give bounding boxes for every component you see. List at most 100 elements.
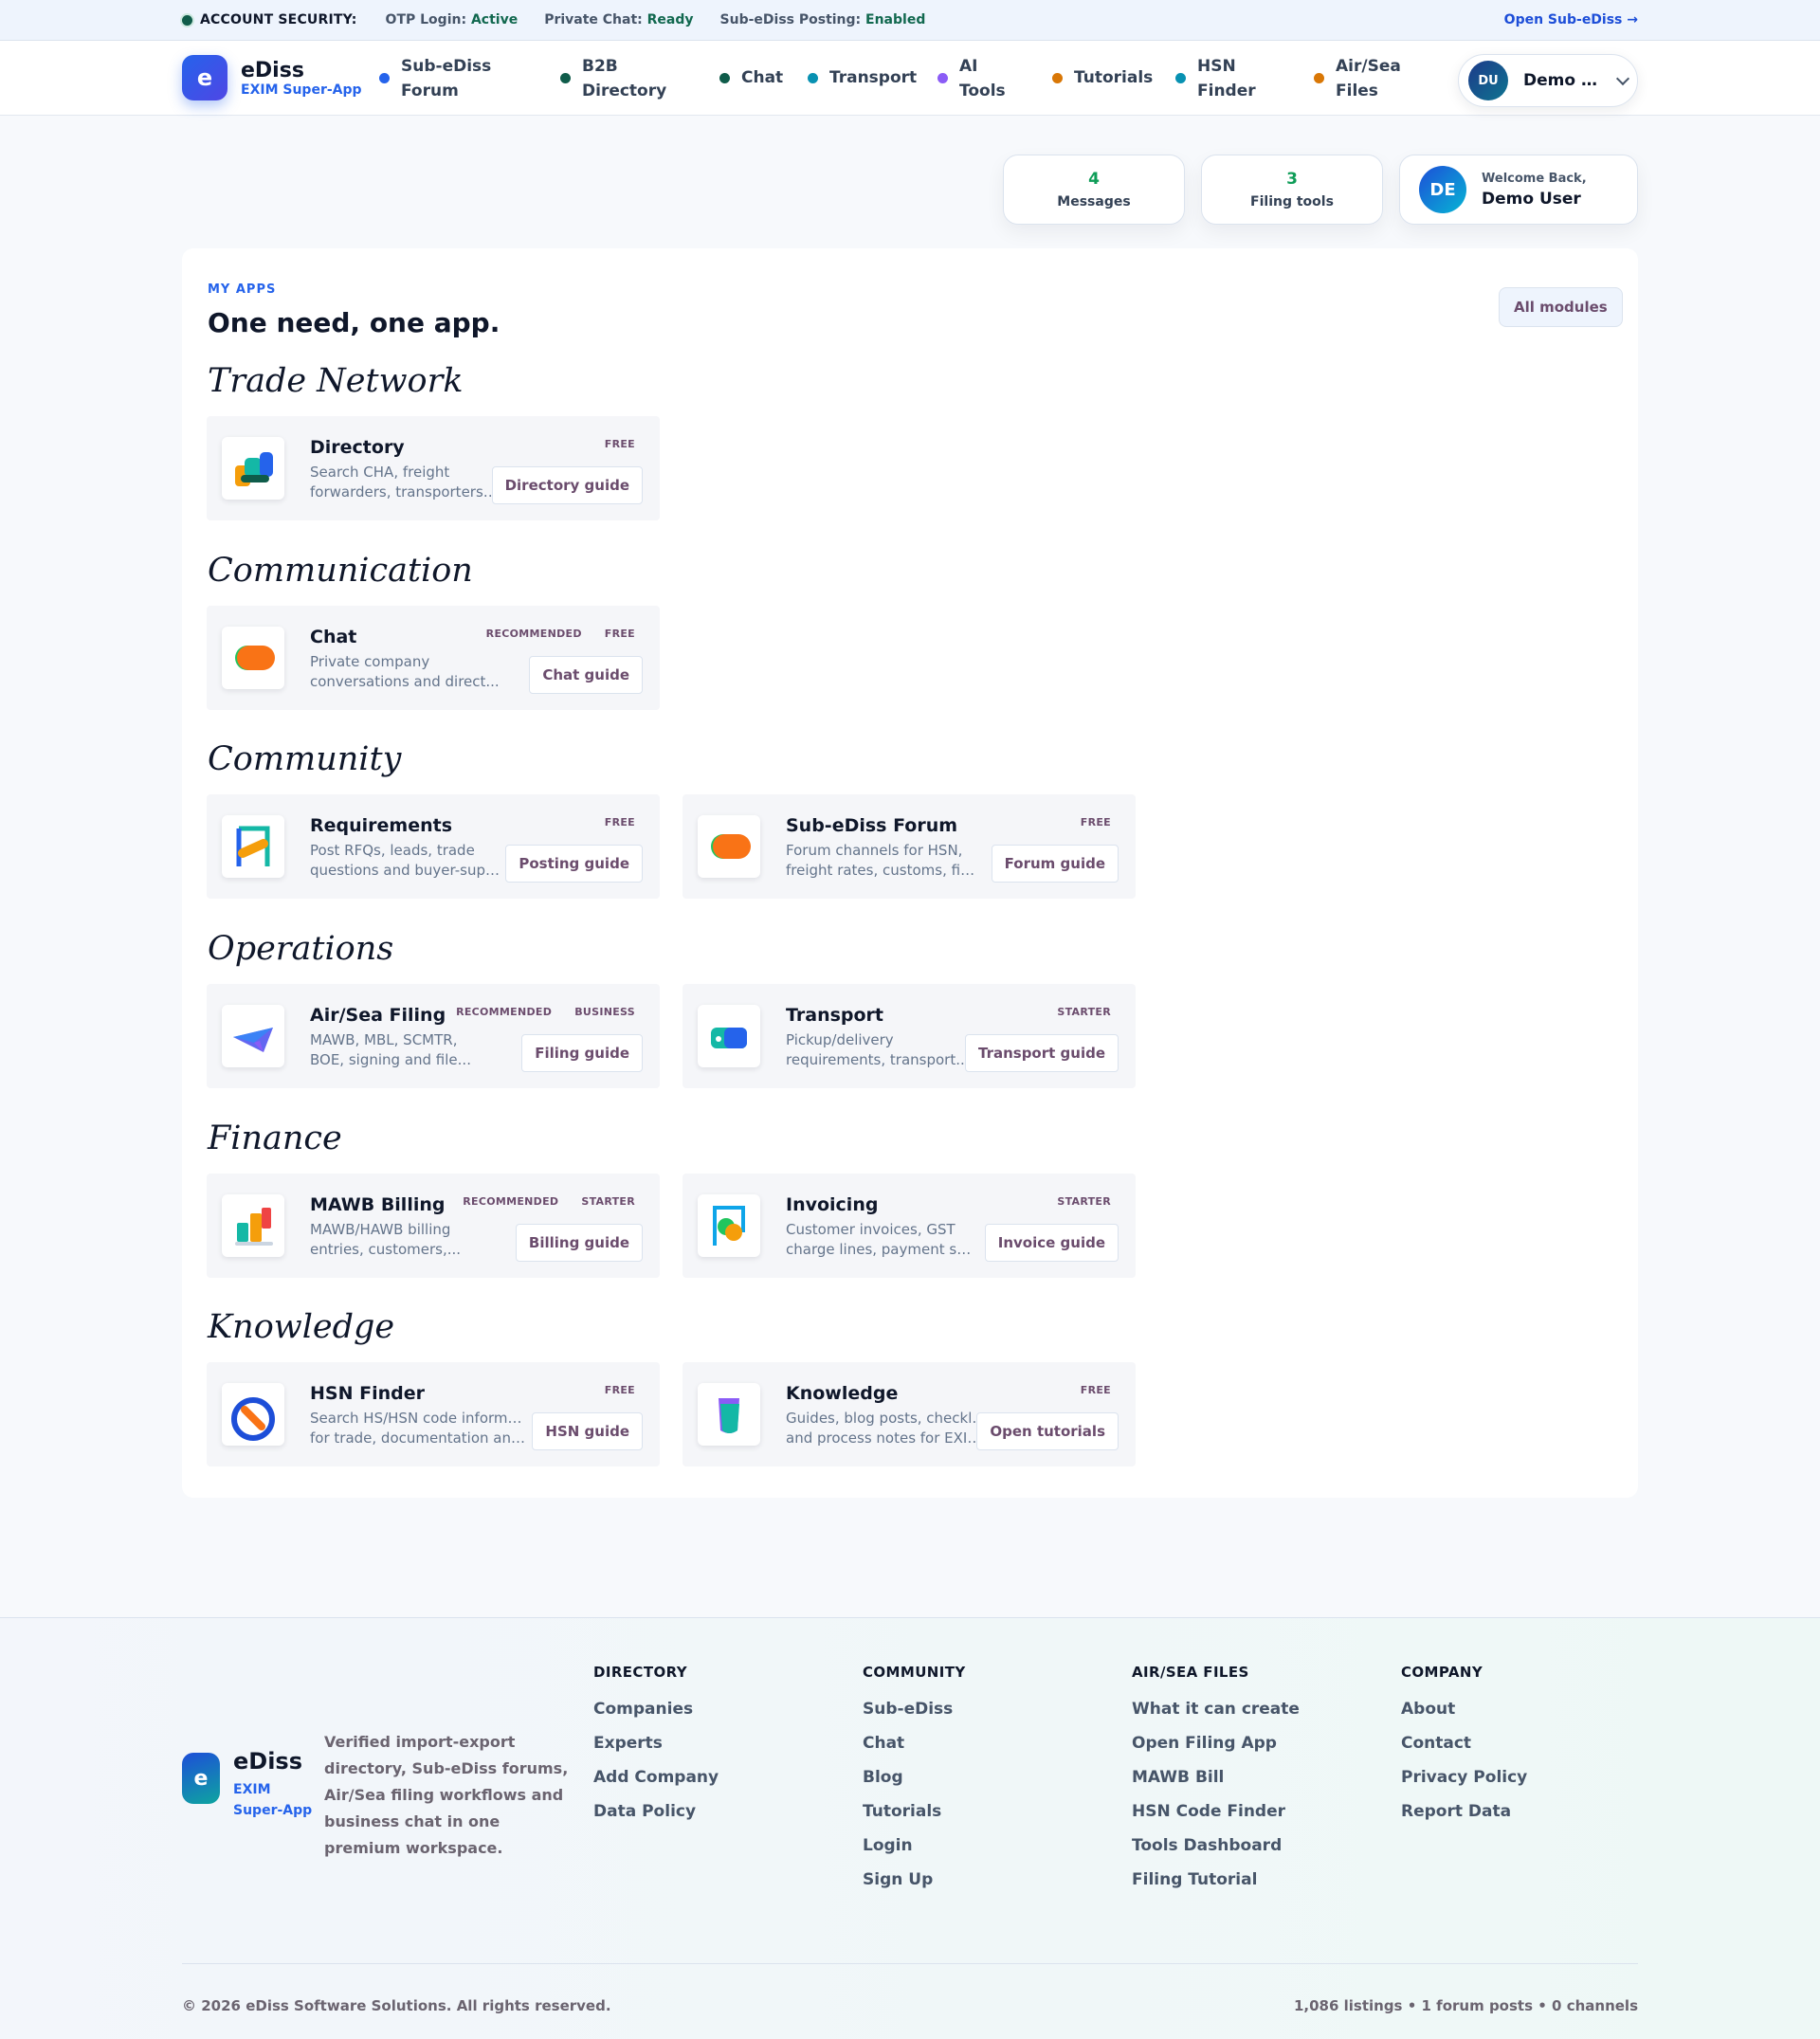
brand-subtitle: EXIM Super-App (241, 82, 362, 98)
chat-guide-button[interactable]: Chat guide (529, 656, 643, 694)
app-card-invoicing[interactable]: Invoicing Customer invoices, GST charge l… (682, 1174, 1136, 1278)
invoice-guide-button[interactable]: Invoice guide (984, 1224, 1119, 1262)
nav-item-transport[interactable]: Transport (808, 65, 917, 90)
security-status-icon (182, 14, 192, 26)
nav-dot-icon (1314, 73, 1324, 83)
app-card-hsn-finder[interactable]: HSN Finder Search HS/HSN code informatio… (207, 1362, 660, 1466)
security-private-chat: Private Chat: Ready (544, 12, 694, 27)
messages-stat[interactable]: 4 Messages (1003, 155, 1185, 225)
hsn-guide-button[interactable]: HSN guide (532, 1412, 643, 1450)
badge-list: FREE (605, 816, 635, 828)
invoice-icon (698, 1194, 760, 1257)
footer-link[interactable]: Tutorials (863, 1802, 966, 1836)
badge-list: STARTER (1057, 1006, 1111, 1018)
footer-link[interactable]: Tools Dashboard (1132, 1836, 1300, 1870)
footer-column-company: COMPANY About Contact Privacy Policy Rep… (1401, 1664, 1527, 1836)
footer-link[interactable]: About (1401, 1700, 1527, 1734)
hsn-finder-icon (222, 1383, 284, 1446)
account-security-bar: ACCOUNT SECURITY: OTP Login: Active Priv… (0, 0, 1820, 41)
brand[interactable]: e eDiss EXIM Super-App (182, 55, 379, 100)
footer-brand-name: eDiss (233, 1748, 302, 1775)
section-title-communication: Communication (208, 552, 473, 590)
app-card-air-sea-filing[interactable]: Air/Sea Filing MAWB, MBL, SCMTR, BOE, sig… (207, 984, 660, 1088)
footer-link[interactable]: Sign Up (863, 1870, 966, 1904)
footer-link[interactable]: Report Data (1401, 1802, 1527, 1836)
nav-dot-icon (937, 73, 948, 83)
nav-item-tutorials[interactable]: Tutorials (1052, 65, 1153, 90)
page-title: One need, one app. (208, 307, 500, 338)
ediss-logo-icon: e (182, 55, 228, 100)
ediss-logo-icon: e (182, 1753, 220, 1804)
footer-link[interactable]: Chat (863, 1734, 966, 1768)
app-card-requirements[interactable]: Requirements Post RFQs, leads, trade ques… (207, 794, 660, 899)
status-badge: FREE (604, 816, 635, 828)
all-modules-button[interactable]: All modules (1499, 287, 1623, 327)
filing-tools-stat[interactable]: 3 Filing tools (1201, 155, 1383, 225)
directory-guide-button[interactable]: Directory guide (491, 466, 643, 504)
billing-guide-button[interactable]: Billing guide (515, 1224, 643, 1262)
badge-list: FREE (605, 1384, 635, 1396)
nav-dot-icon (719, 72, 730, 83)
footer-link[interactable]: Data Policy (593, 1802, 719, 1836)
footer-link[interactable]: What it can create (1132, 1700, 1300, 1734)
copyright: © 2026 eDiss Software Solutions. All rig… (182, 1997, 611, 2014)
footer-link[interactable]: Open Filing App (1132, 1734, 1300, 1768)
transport-icon (698, 1005, 760, 1067)
footer-column-community: COMMUNITY Sub-eDiss Chat Blog Tutorials … (863, 1664, 966, 1904)
app-card-chat[interactable]: Chat Private company conversations and di… (207, 606, 660, 710)
nav-item-chat[interactable]: Chat (719, 65, 783, 90)
site-counts: 1,086 listings • 1 forum posts • 0 chann… (1293, 1997, 1638, 2014)
chat-icon (222, 627, 284, 689)
app-card-knowledge[interactable]: Knowledge Guides, blog posts, checklists… (682, 1362, 1136, 1466)
status-badge: STARTER (1057, 1195, 1111, 1208)
nav-item-sub-ediss-forum[interactable]: Sub-eDiss Forum (379, 54, 491, 103)
footer-divider (182, 1963, 1638, 1964)
posting-guide-button[interactable]: Posting guide (505, 845, 643, 883)
footer-link[interactable]: Filing Tutorial (1132, 1870, 1300, 1904)
footer-link[interactable]: Privacy Policy (1401, 1768, 1527, 1802)
app-card-mawb-billing[interactable]: MAWB Billing MAWB/HAWB billing entries, c… (207, 1174, 660, 1278)
footer-link[interactable]: HSN Code Finder (1132, 1802, 1300, 1836)
status-badge: STARTER (581, 1195, 635, 1208)
footer-link[interactable]: Blog (863, 1768, 966, 1802)
badge-list: RECOMMENDED FREE (486, 628, 635, 640)
nav-dot-icon (560, 73, 571, 83)
status-badge: FREE (604, 628, 635, 640)
top-navigation: e eDiss EXIM Super-App Sub-eDiss Forum B2… (0, 41, 1820, 116)
filing-guide-button[interactable]: Filing guide (521, 1034, 643, 1072)
status-badge: RECOMMENDED (485, 628, 582, 640)
open-tutorials-button[interactable]: Open tutorials (976, 1412, 1119, 1450)
section-title-community: Community (208, 740, 402, 778)
app-card-directory[interactable]: Directory Search CHA, freight forwarders,… (207, 416, 660, 520)
directory-icon (222, 437, 284, 500)
nav-item-hsn-finder[interactable]: HSN Finder (1175, 54, 1256, 103)
footer-link[interactable]: MAWB Bill (1132, 1768, 1300, 1802)
security-otp: OTP Login: Active (385, 12, 519, 27)
status-badge: FREE (604, 438, 635, 450)
footer-link[interactable]: Companies (593, 1700, 719, 1734)
security-title: ACCOUNT SECURITY: (200, 12, 357, 27)
nav-item-air-sea-files[interactable]: Air/Sea Files (1314, 54, 1401, 103)
status-badge: FREE (1080, 816, 1111, 828)
app-card-transport[interactable]: Transport Pickup/delivery requirements, t… (682, 984, 1136, 1088)
footer-brand[interactable]: e eDiss EXIM Super-App (182, 1748, 312, 1818)
chevron-down-icon (1615, 71, 1630, 85)
footer-column-air-sea-files: AIR/SEA FILES What it can create Open Fi… (1132, 1664, 1300, 1904)
user-name: Demo User (1523, 71, 1605, 90)
transport-guide-button[interactable]: Transport guide (964, 1034, 1119, 1072)
footer-link[interactable]: Sub-eDiss (863, 1700, 966, 1734)
open-sub-ediss-link[interactable]: Open Sub-eDiss → (1504, 12, 1638, 27)
footer-link[interactable]: Experts (593, 1734, 719, 1768)
footer: e eDiss EXIM Super-App Verified import-e… (0, 1617, 1820, 2039)
user-menu-button[interactable]: DU Demo User (1458, 54, 1638, 107)
nav-item-ai-tools[interactable]: AI Tools (937, 54, 1006, 103)
footer-link[interactable]: Contact (1401, 1734, 1527, 1768)
forum-guide-button[interactable]: Forum guide (991, 845, 1119, 883)
footer-link[interactable]: Add Company (593, 1768, 719, 1802)
badge-list: RECOMMENDED STARTER (463, 1195, 635, 1208)
footer-link[interactable]: Login (863, 1836, 966, 1870)
footer-brand-subtitle: EXIM Super-App (233, 1782, 313, 1818)
app-card-sub-ediss-forum[interactable]: Sub-eDiss Forum Forum channels for HSN, f… (682, 794, 1136, 899)
nav-item-b2b-directory[interactable]: B2B Directory (560, 54, 666, 103)
badge-list: STARTER (1057, 1195, 1111, 1208)
